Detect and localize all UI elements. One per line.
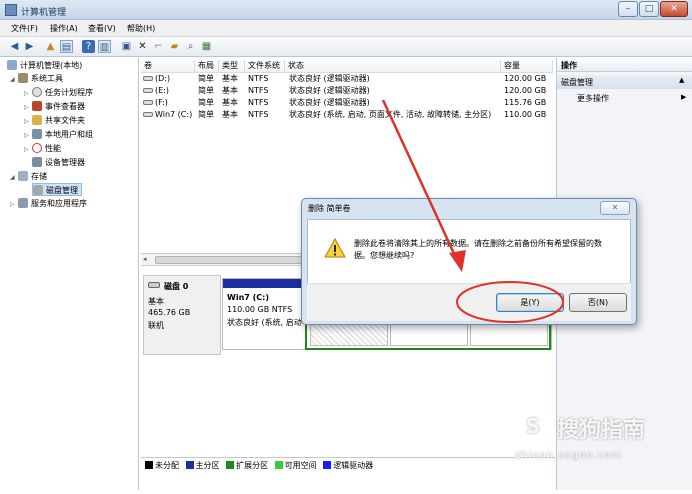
annotation-circle [456,281,564,323]
annotation-arrowhead-icon [449,250,466,272]
annotation-arrow-line [381,99,459,261]
annotation-overlay [381,99,564,323]
